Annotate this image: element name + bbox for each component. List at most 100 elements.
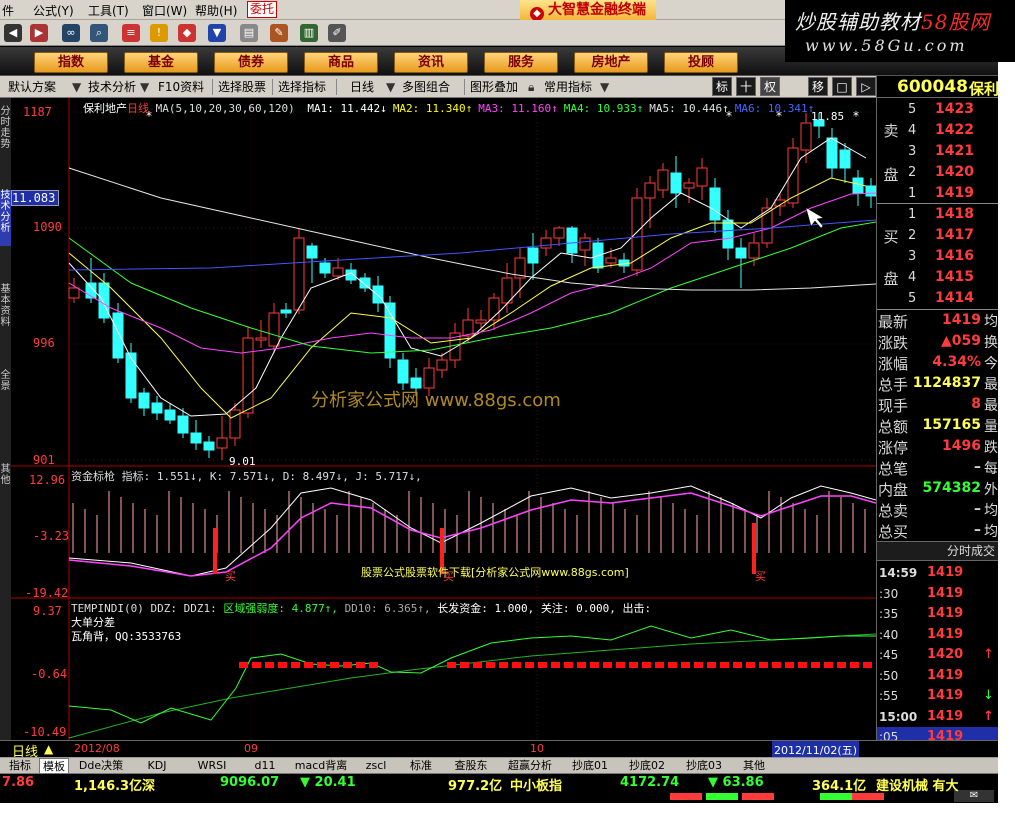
tab-technical[interactable]: 技术分析 [0, 190, 11, 246]
menu-window[interactable]: 窗口(W) [142, 2, 187, 19]
nav-fund-button[interactable]: 基金 [124, 52, 198, 73]
diamond-icon[interactable]: ◆ [178, 24, 196, 42]
trade-time: :35 [879, 607, 899, 621]
window-icon[interactable]: □ [832, 77, 852, 96]
up-triangle-icon[interactable]: ▲ [44, 742, 53, 756]
back-icon[interactable]: ◀ [4, 24, 22, 42]
kline-chart-area[interactable]: * * * * 保利地产日线 MA(5,10,20,30,60,120) MA1: 1… [11, 98, 877, 740]
nav-index-button[interactable]: 指数 [34, 52, 108, 73]
status-item: 9096.07 [220, 775, 280, 790]
order-book-row[interactable]: 1 1419 [905, 184, 998, 205]
pencil-icon[interactable]: ✐ [328, 24, 346, 42]
candle-body [242, 337, 254, 414]
common-indicator-dropdown[interactable]: 常用指标 [544, 78, 592, 96]
tab-rights[interactable]: 权 [760, 77, 780, 96]
tab-intraday[interactable]: 分时走势 [0, 106, 11, 152]
book-level: 4 [908, 123, 917, 138]
select-indicator-button[interactable]: 选择指标 [278, 78, 326, 96]
indicator-tab[interactable]: 指标 [4, 758, 36, 773]
indicator-tab[interactable]: 模板 [39, 758, 69, 773]
dropdown-arrow-icon[interactable]: ▼ [600, 78, 609, 96]
candle-body [657, 169, 669, 191]
separator [464, 79, 465, 95]
status-item: ▼ 20.41 [300, 775, 356, 790]
nav-realestate-button[interactable]: 房地产 [574, 52, 648, 73]
tab-other[interactable]: 其他 [0, 464, 11, 488]
overlay-button[interactable]: 图形叠加 [470, 78, 518, 96]
multi-chart-button[interactable]: 多图组合 [402, 78, 450, 96]
search-icon[interactable]: ⌕ [90, 24, 108, 42]
trade-time: 15:00 [879, 709, 918, 724]
f10-button[interactable]: F10资料 [158, 78, 204, 96]
indicator-tab[interactable]: 查股东 [445, 758, 497, 773]
tech-analysis-dropdown[interactable]: 技术分析 [88, 78, 136, 96]
dropdown-arrow-icon[interactable]: ▼ [386, 78, 395, 96]
tick-trades-header[interactable]: 分时成交 [877, 541, 998, 561]
indicator-tab[interactable]: 抄底02 [620, 758, 674, 773]
order-book-row[interactable]: 1 1418 [905, 205, 998, 226]
indicator-tab[interactable]: 抄底03 [677, 758, 731, 773]
expand-icon[interactable]: ▷ [856, 77, 876, 96]
stat-extra: 量 [984, 419, 998, 435]
stat-key: 总笔 [878, 460, 909, 478]
indicator-tab[interactable]: zscl [355, 758, 397, 773]
tab-fundamental[interactable]: 基本资料 [0, 284, 11, 330]
order-book-row[interactable]: 3 1421 [905, 142, 998, 163]
menu-file[interactable]: 件 [2, 2, 14, 19]
indicator-tab-bar: 指标 模板 Dde决策 KDJ WRSI d11 macd背离 zscl 标准 查股东 超赢分析 抄底… [0, 757, 998, 773]
trade-order-button[interactable]: 委托 [247, 1, 277, 18]
notepad-icon[interactable]: ≡ [122, 24, 140, 42]
dropdown-arrow-icon[interactable]: ▼ [140, 78, 149, 96]
tab-mark[interactable]: 标 [712, 77, 732, 96]
stat-key: 总额 [878, 418, 909, 436]
menu-formula[interactable]: 公式(Y) [33, 2, 74, 19]
nav-commodity-button[interactable]: 商品 [304, 52, 378, 73]
nav-news-button[interactable]: 资讯 [394, 52, 468, 73]
tab-move[interactable]: 移 [808, 77, 828, 96]
indicator-tab[interactable]: WRSI [184, 758, 240, 773]
period-dropdown[interactable]: 日线 [350, 78, 374, 96]
indicator-tab[interactable]: Dde决策 [72, 758, 130, 773]
indicator-tab[interactable]: 其他 [734, 758, 774, 773]
ddz-signal-block [473, 662, 482, 668]
indicator-tab[interactable]: 抄底01 [563, 758, 617, 773]
order-book-row[interactable]: 3 1416 [905, 247, 998, 268]
order-book-row[interactable]: 4 1422 [905, 121, 998, 142]
ddz-y-tick: -0.64 [31, 667, 68, 681]
alarm-icon[interactable]: ! [150, 24, 168, 42]
site-watermark: 炒股辅助教材58股网 www.58Gu.com [785, 0, 1015, 62]
indicator-tab[interactable]: 超赢分析 [500, 758, 560, 773]
select-stock-button[interactable]: 选择股票 [218, 78, 266, 96]
nav-advisor-button[interactable]: 投顾 [664, 52, 738, 73]
indicator-tab[interactable]: macd背离 [290, 758, 352, 773]
ma-value: MA2: 11.340↑ [392, 102, 473, 115]
indicator-tab[interactable]: 标准 [400, 758, 442, 773]
down-arrow-icon[interactable]: ▼ [208, 24, 226, 42]
lock-icon[interactable]: 🔒︎ [528, 78, 534, 96]
nav-service-button[interactable]: 服务 [484, 52, 558, 73]
crosshair-icon[interactable]: 十 [736, 77, 756, 96]
candle-body [372, 285, 384, 304]
indicator-tab[interactable]: KDJ [133, 758, 181, 773]
indicator-tab[interactable]: d11 [243, 758, 287, 773]
menu-help[interactable]: 帮助(H) [195, 2, 237, 19]
kdj-pane-title: 资金标枪 指标: 1.551↓, K: 7.571↓, D: 8.497↓, J… [71, 470, 422, 483]
chat-icon[interactable]: ✎ [270, 24, 288, 42]
tab-panorama[interactable]: 全景 [0, 370, 11, 400]
nav-bond-button[interactable]: 债券 [214, 52, 288, 73]
dropdown-arrow-icon[interactable]: ▼ [72, 78, 81, 96]
order-book-row[interactable]: 5 1414 [905, 289, 998, 310]
stat-extra: 换 [984, 335, 998, 351]
candle-body [709, 187, 721, 221]
printer-icon[interactable]: ▤ [240, 24, 258, 42]
order-book-row[interactable]: 2 1420 [905, 163, 998, 184]
order-book-row[interactable]: 4 1415 [905, 268, 998, 289]
books-icon[interactable]: ▥ [300, 24, 318, 42]
order-book-row[interactable]: 2 1417 [905, 226, 998, 247]
default-scheme-dropdown[interactable]: 默认方案 [8, 78, 56, 96]
mail-icon[interactable]: ✉ [954, 790, 994, 802]
order-book-row[interactable]: 5 1423 [905, 100, 998, 121]
forward-icon[interactable]: ▶ [30, 24, 48, 42]
binoculars-icon[interactable]: ∞ [62, 24, 80, 42]
menu-tools[interactable]: 工具(T) [88, 2, 129, 19]
